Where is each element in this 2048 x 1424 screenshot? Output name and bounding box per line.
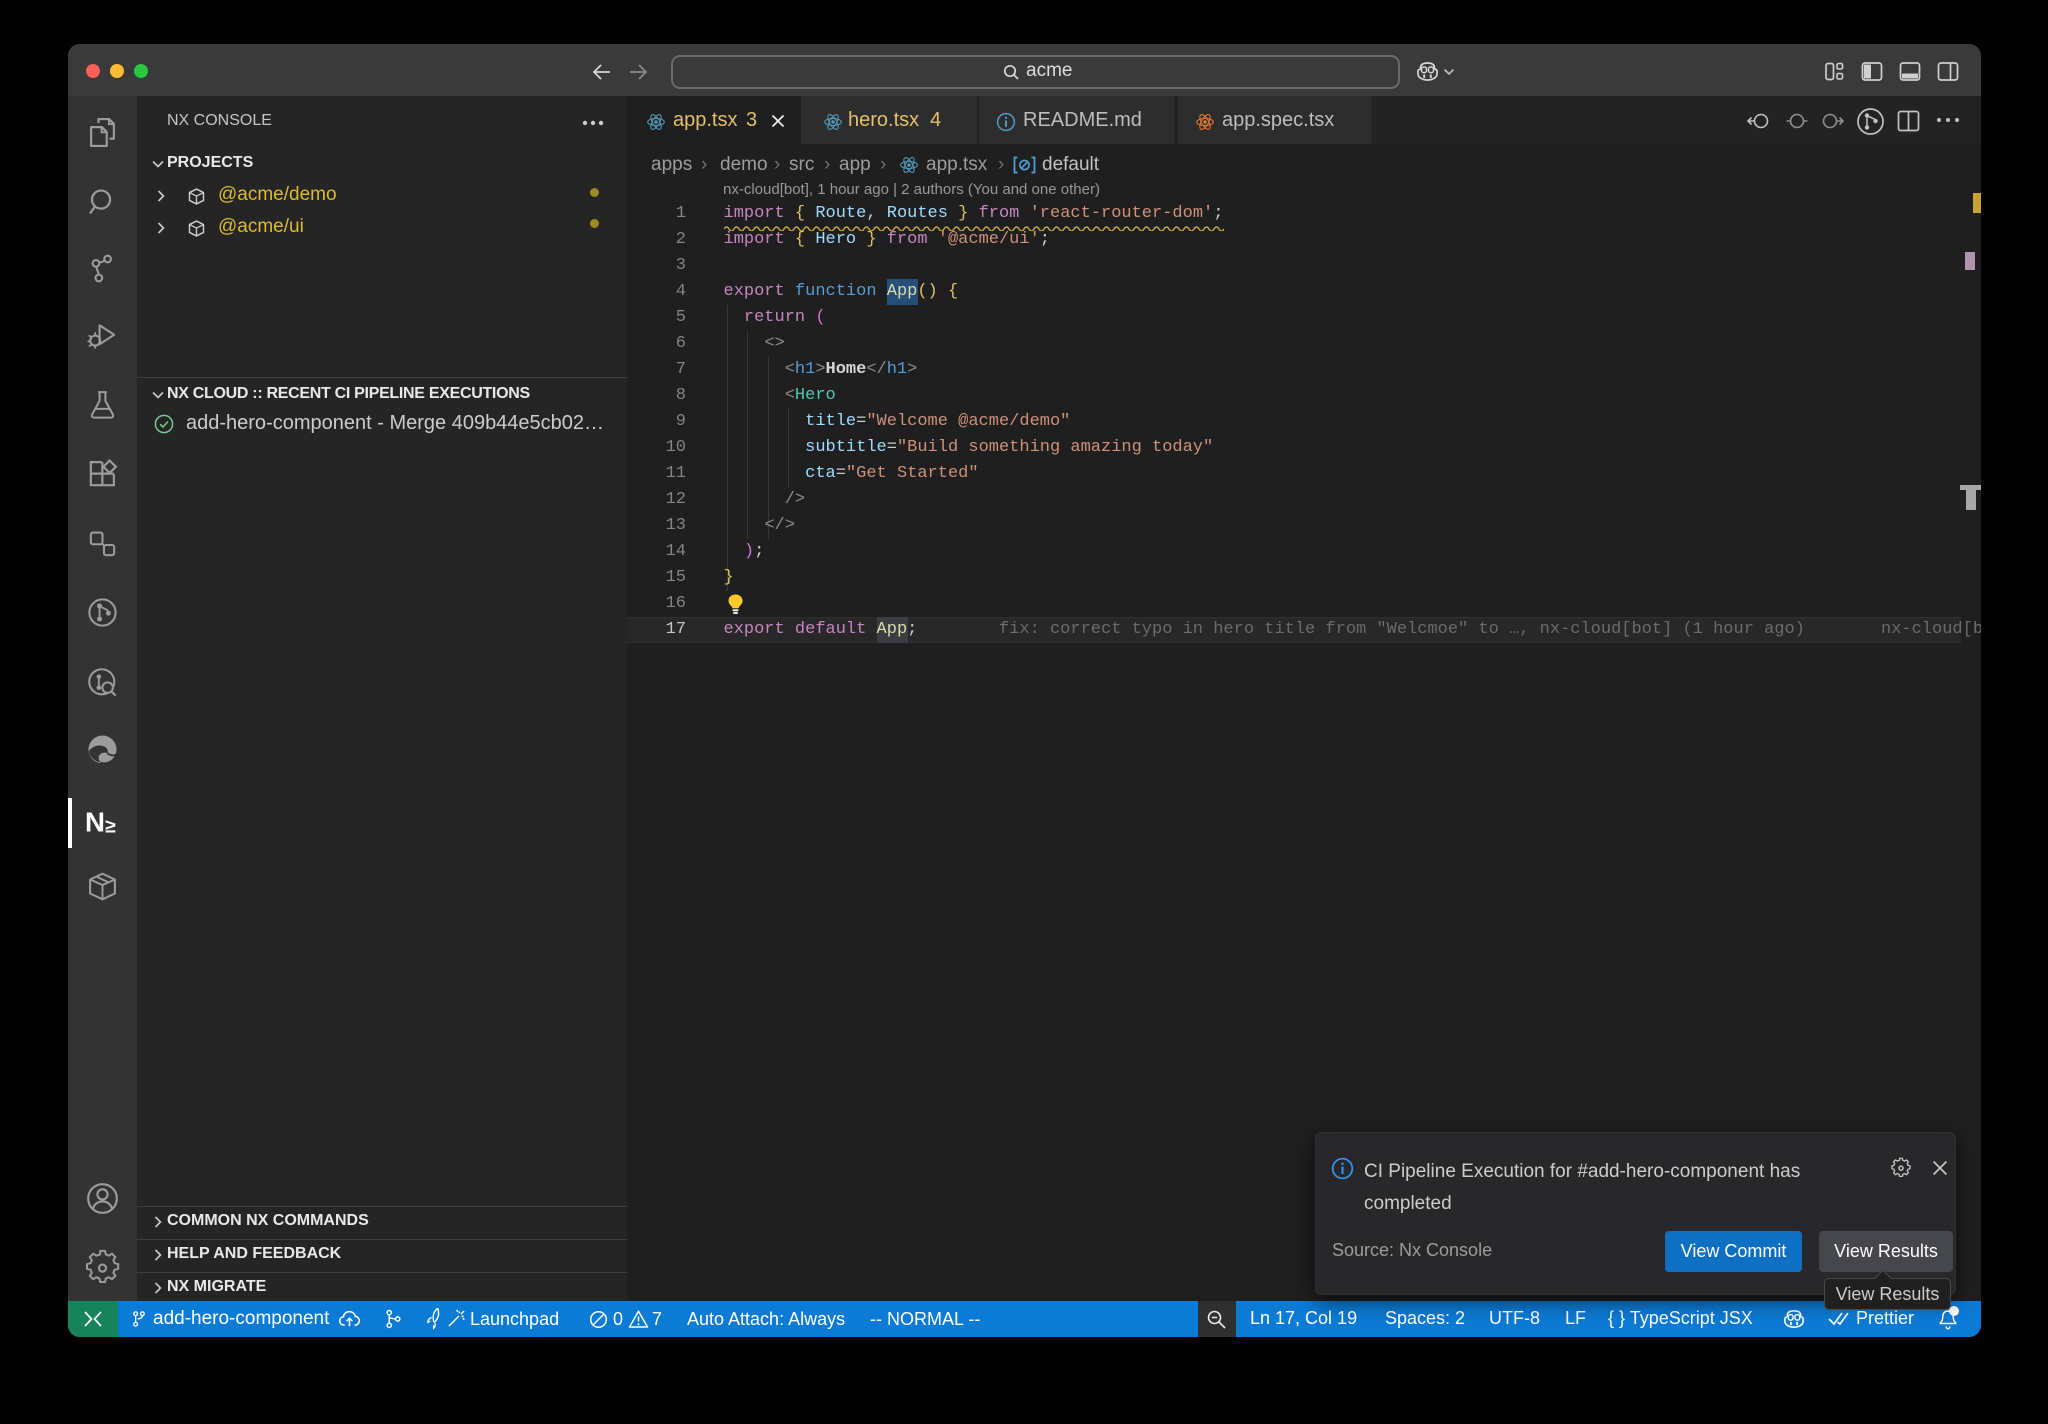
svg-text:N: N <box>85 807 105 838</box>
svg-text:≥: ≥ <box>105 815 116 837</box>
